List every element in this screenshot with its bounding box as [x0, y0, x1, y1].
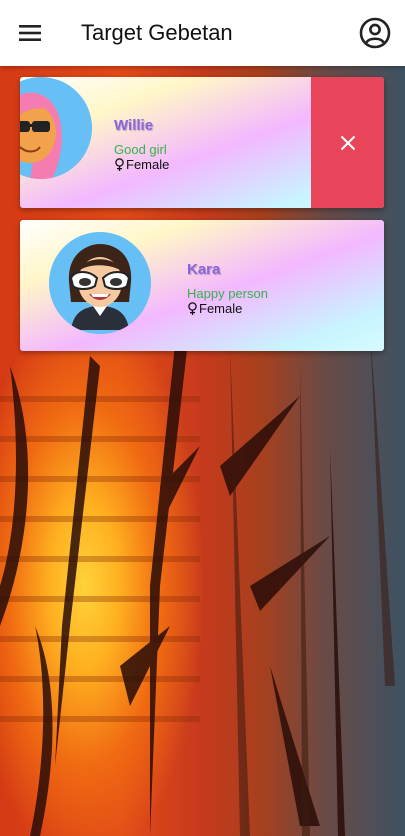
- female-icon: [115, 158, 124, 171]
- contact-card-willie[interactable]: Willie Good girl Female: [20, 77, 384, 208]
- gender-label: Female: [126, 157, 170, 172]
- card-content: Kara Happy person Female: [20, 220, 384, 351]
- delete-button[interactable]: [311, 77, 384, 208]
- contact-info: Kara Happy person Female: [187, 261, 268, 316]
- page-title: Target Gebetan: [81, 20, 233, 45]
- contact-card-kara[interactable]: Kara Happy person Female: [20, 220, 384, 351]
- account-circle-icon: [359, 17, 391, 49]
- contact-gender: Female: [187, 301, 268, 316]
- menu-button[interactable]: [0, 0, 60, 66]
- contact-info: Willie Good girl Female: [114, 117, 169, 172]
- menu-icon: [19, 25, 41, 41]
- avatar: [20, 77, 92, 179]
- contact-name: Kara: [187, 261, 221, 278]
- contact-gender: Female: [114, 157, 169, 172]
- contact-status: Happy person: [187, 286, 268, 301]
- contact-status: Good girl: [114, 142, 167, 157]
- gender-label: Female: [199, 301, 243, 316]
- account-button[interactable]: [345, 0, 405, 66]
- card-content: Willie Good girl Female: [20, 77, 312, 208]
- contact-name: Willie: [114, 117, 154, 134]
- avatar: [49, 232, 151, 334]
- app-bar: Target Gebetan: [0, 0, 405, 66]
- close-icon: [340, 135, 355, 150]
- female-icon: [188, 302, 197, 315]
